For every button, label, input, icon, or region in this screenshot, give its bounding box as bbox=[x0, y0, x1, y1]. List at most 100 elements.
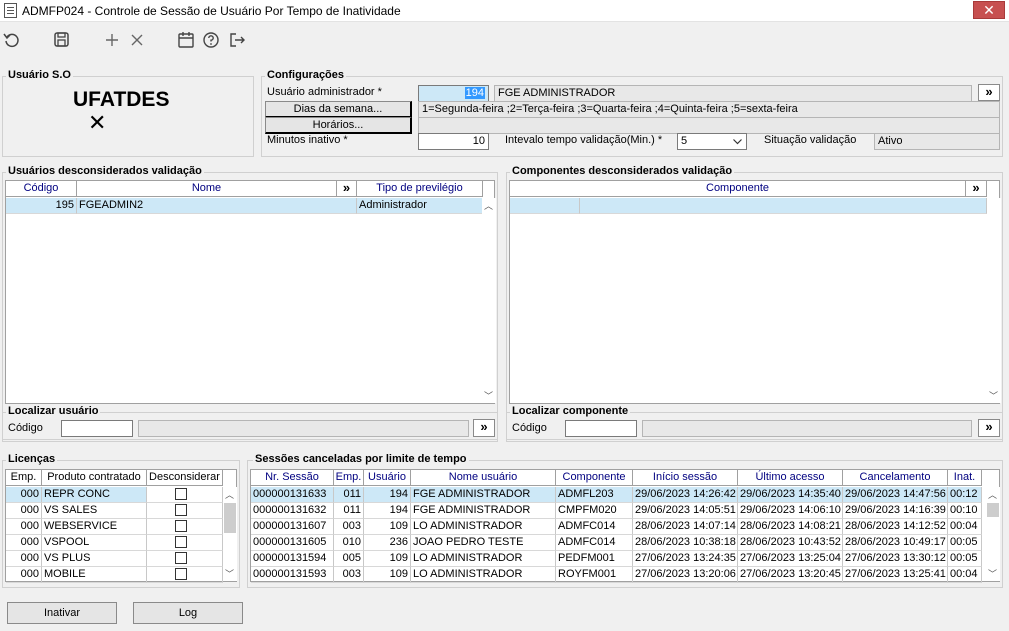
add-icon[interactable] bbox=[100, 28, 124, 50]
scroll-up-icon[interactable]: ︿ bbox=[225, 488, 234, 501]
licenca-produto-cell[interactable]: REPR CONC bbox=[42, 487, 147, 503]
licenca-produto-cell[interactable]: VS PLUS bbox=[42, 551, 147, 567]
licenca-produto-cell[interactable]: VS SALES bbox=[42, 503, 147, 519]
localizar-componente-expand-button[interactable]: » bbox=[978, 419, 1000, 437]
licenca-emp-cell[interactable]: 000 bbox=[6, 535, 42, 551]
sessao-ultimo-acesso-cell[interactable]: 28/06/2023 10:43:52 bbox=[738, 535, 843, 551]
sessao-cancelamento-cell[interactable]: 28/06/2023 10:49:17 bbox=[843, 535, 948, 551]
sessao-inicio-sessao-cell[interactable]: 29/06/2023 14:26:42 bbox=[633, 487, 738, 503]
scroll-down-icon[interactable]: ﹀ bbox=[484, 389, 493, 402]
sessao-ultimo-acesso-cell[interactable]: 29/06/2023 14:35:40 bbox=[738, 487, 843, 503]
sessao-ultimo-acesso-cell[interactable]: 28/06/2023 14:08:21 bbox=[738, 519, 843, 535]
scroll-down-icon[interactable]: ﹀ bbox=[988, 567, 997, 580]
componente-expand-button[interactable]: » bbox=[966, 181, 987, 197]
log-button[interactable]: Log bbox=[133, 602, 243, 624]
scroll-down-icon[interactable]: ﹀ bbox=[989, 389, 998, 402]
sessao-cancelamento-cell[interactable]: 28/06/2023 14:12:52 bbox=[843, 519, 948, 535]
sessao-emp-cell[interactable]: 003 bbox=[334, 567, 364, 583]
sessao-cancelamento-cell[interactable]: 29/06/2023 14:16:39 bbox=[843, 503, 948, 519]
sessao-inicio-sessao-cell[interactable]: 27/06/2023 13:24:35 bbox=[633, 551, 738, 567]
sessao-nr-sessao-cell[interactable]: 000000131633 bbox=[251, 487, 334, 503]
sessao-nome-usuario-cell[interactable]: LO ADMINISTRADOR bbox=[411, 551, 556, 567]
sessao-nome-usuario-cell[interactable]: JOAO PEDRO TESTE bbox=[411, 535, 556, 551]
sessao-emp-cell[interactable]: 003 bbox=[334, 519, 364, 535]
save-icon[interactable] bbox=[50, 28, 74, 50]
sessao-nr-sessao-cell[interactable]: 000000131594 bbox=[251, 551, 334, 567]
inativar-button[interactable]: Inativar bbox=[7, 602, 117, 624]
sessao-usuario-cell[interactable]: 194 bbox=[364, 503, 411, 519]
sessao-componente-cell[interactable]: PEDFM001 bbox=[556, 551, 633, 567]
licenca-emp-cell[interactable]: 000 bbox=[6, 487, 42, 503]
sessao-usuario-cell[interactable]: 236 bbox=[364, 535, 411, 551]
close-button[interactable]: ✕ bbox=[973, 1, 1005, 19]
col-header-codigo[interactable]: Código bbox=[6, 181, 77, 197]
refresh-icon[interactable] bbox=[0, 28, 24, 50]
sessao-ultimo-acesso-cell[interactable]: 29/06/2023 14:06:10 bbox=[738, 503, 843, 519]
minutos-input[interactable]: 10 bbox=[418, 133, 489, 150]
localizar-usuario-expand-button[interactable]: » bbox=[473, 419, 495, 437]
localizar-usuario-codigo-input[interactable] bbox=[61, 420, 133, 437]
col-header-emp[interactable]: Emp. bbox=[334, 470, 364, 486]
sessao-inat-cell[interactable]: 00:12 bbox=[948, 487, 982, 503]
col-header-nr-sessao[interactable]: Nr. Sessão bbox=[251, 470, 334, 486]
sessao-inat-cell[interactable]: 00:05 bbox=[948, 551, 982, 567]
licenca-emp-cell[interactable]: 000 bbox=[6, 519, 42, 535]
localizar-componente-codigo-input[interactable] bbox=[565, 420, 637, 437]
sessao-usuario-cell[interactable]: 194 bbox=[364, 487, 411, 503]
sessao-nr-sessao-cell[interactable]: 000000131605 bbox=[251, 535, 334, 551]
desconsiderar-checkbox[interactable] bbox=[175, 536, 187, 548]
sessao-cancelamento-cell[interactable]: 27/06/2023 13:25:41 bbox=[843, 567, 948, 583]
sessao-ultimo-acesso-cell[interactable]: 27/06/2023 13:20:45 bbox=[738, 567, 843, 583]
desconsiderar-checkbox[interactable] bbox=[175, 520, 187, 532]
calendar-icon[interactable] bbox=[174, 28, 198, 50]
licenca-emp-cell[interactable]: 000 bbox=[6, 503, 42, 519]
table-row-nome[interactable]: FGEADMIN2 bbox=[77, 198, 357, 214]
licenca-emp-cell[interactable]: 000 bbox=[6, 567, 42, 583]
scroll-up-icon[interactable]: ︿ bbox=[988, 488, 997, 501]
col-header-usuario[interactable]: Usuário bbox=[364, 470, 411, 486]
sessao-nr-sessao-cell[interactable]: 000000131607 bbox=[251, 519, 334, 535]
col-header-tipo[interactable]: Tipo de previlégio bbox=[357, 181, 483, 197]
col-header-nome-usuario[interactable]: Nome usuário bbox=[411, 470, 556, 486]
sessao-inicio-sessao-cell[interactable]: 28/06/2023 10:38:18 bbox=[633, 535, 738, 551]
col-header-ultimo-acesso[interactable]: Último acesso bbox=[738, 470, 843, 486]
exit-icon[interactable] bbox=[225, 28, 249, 50]
delete-icon[interactable] bbox=[125, 28, 149, 50]
sessao-inat-cell[interactable]: 00:10 bbox=[948, 503, 982, 519]
licencas-scrollbar[interactable]: ︿ ﹀ bbox=[223, 487, 237, 581]
sessao-cancelamento-cell[interactable]: 29/06/2023 14:47:56 bbox=[843, 487, 948, 503]
empty-row-cell[interactable] bbox=[580, 198, 987, 214]
scroll-thumb[interactable] bbox=[987, 503, 999, 517]
sessao-componente-cell[interactable]: ADMFC014 bbox=[556, 535, 633, 551]
sessao-nome-usuario-cell[interactable]: LO ADMINISTRADOR bbox=[411, 567, 556, 583]
col-header-desconsiderar[interactable]: Desconsiderar bbox=[147, 470, 223, 486]
help-icon[interactable] bbox=[199, 28, 223, 50]
sessao-cancelamento-cell[interactable]: 27/06/2023 13:30:12 bbox=[843, 551, 948, 567]
scroll-down-icon[interactable]: ﹀ bbox=[225, 567, 234, 580]
intervalo-select[interactable]: 5 bbox=[677, 133, 747, 150]
desconsiderar-checkbox[interactable] bbox=[175, 504, 187, 516]
sessoes-scrollbar[interactable]: ︿ ﹀ bbox=[986, 487, 1000, 581]
sessao-usuario-cell[interactable]: 109 bbox=[364, 519, 411, 535]
admin-expand-button[interactable]: » bbox=[978, 84, 1000, 101]
sessao-emp-cell[interactable]: 010 bbox=[334, 535, 364, 551]
sessao-emp-cell[interactable]: 011 bbox=[334, 487, 364, 503]
licenca-produto-cell[interactable]: WEBSERVICE bbox=[42, 519, 147, 535]
sessao-componente-cell[interactable]: CMPFM020 bbox=[556, 503, 633, 519]
col-header-inicio-sessao[interactable]: Início sessão bbox=[633, 470, 738, 486]
sessao-inat-cell[interactable]: 00:05 bbox=[948, 535, 982, 551]
licenca-emp-cell[interactable]: 000 bbox=[6, 551, 42, 567]
sessao-nome-usuario-cell[interactable]: FGE ADMINISTRADOR bbox=[411, 487, 556, 503]
sessao-inicio-sessao-cell[interactable]: 28/06/2023 14:07:14 bbox=[633, 519, 738, 535]
sessao-nr-sessao-cell[interactable]: 000000131593 bbox=[251, 567, 334, 583]
col-header-emp[interactable]: Emp. bbox=[6, 470, 42, 486]
table-row-codigo[interactable]: 195 bbox=[6, 198, 77, 214]
desconsiderar-checkbox[interactable] bbox=[175, 568, 187, 580]
horarios-button[interactable]: Horários... bbox=[265, 117, 412, 134]
sessao-componente-cell[interactable]: ADMFL203 bbox=[556, 487, 633, 503]
table-row-tipo[interactable]: Administrador bbox=[357, 198, 483, 214]
desconsiderar-checkbox[interactable] bbox=[175, 488, 187, 500]
col-header-inat[interactable]: Inat. bbox=[948, 470, 982, 486]
sessao-usuario-cell[interactable]: 109 bbox=[364, 551, 411, 567]
scroll-thumb[interactable] bbox=[224, 503, 236, 533]
